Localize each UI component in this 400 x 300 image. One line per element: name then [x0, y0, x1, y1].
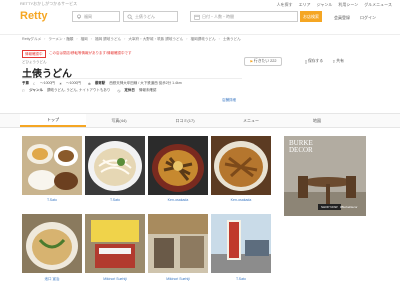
breadcrumb-item[interactable]: Rettyグルメ — [22, 37, 41, 42]
ad-cta-button[interactable]: SHOP NOW — [318, 204, 341, 210]
share-button[interactable]: ⇪ 共有 — [330, 57, 346, 66]
tab-top[interactable]: トップ — [20, 114, 86, 127]
location-icon — [77, 14, 81, 20]
login-link[interactable]: ログイン — [360, 15, 376, 21]
food-photo[interactable] — [211, 136, 271, 195]
tag-icon: ⚐ — [22, 88, 26, 93]
area-input[interactable]: 福岡 — [72, 11, 120, 22]
photo-caption[interactable]: Ken-osakada — [148, 198, 208, 202]
station-value: 西鉄天神大牟田線 / 大下鉄道西 徒歩2分 1.4km — [109, 81, 182, 85]
site-header: RETTYおかしがつかるサービス 人を探す エリア ジャンル 利用シーン グルメ… — [0, 0, 400, 35]
keyword-input[interactable]: 土俵うどん — [123, 11, 178, 22]
breadcrumb-separator: › — [90, 37, 92, 41]
photo-caption[interactable]: Ken-osakada — [211, 198, 271, 202]
advertisement[interactable]: BURKE DECOR SHOP NOW #BurkeDecor — [284, 136, 366, 216]
photo-caption[interactable]: T.Sato — [22, 198, 82, 202]
train-icon: ⊕ — [87, 81, 91, 86]
moon-icon: ☾ — [33, 81, 37, 86]
register-link[interactable]: 会員登録 — [334, 15, 350, 21]
share-icon: ⇪ — [332, 60, 336, 64]
food-photo[interactable] — [85, 136, 145, 195]
want-to-go-button[interactable]: ⚑ 行きたい 222 — [244, 57, 282, 66]
top-nav: 人を探す エリア ジャンル 利用シーン グルメニュース — [277, 2, 392, 8]
top-nav-scene[interactable]: 利用シーン — [338, 2, 358, 8]
top-nav-people[interactable]: 人を探す — [277, 2, 293, 8]
sun-icon: ☀ — [58, 81, 63, 86]
food-photo[interactable] — [22, 214, 82, 273]
save-label: 保存する — [307, 59, 324, 63]
search-button[interactable]: お店検索 — [300, 11, 322, 22]
top-nav-news[interactable]: グルメニュース — [364, 2, 392, 8]
breadcrumb-separator: › — [218, 37, 220, 41]
food-photo[interactable] — [22, 136, 82, 195]
status-notice-text: この店は閉店/移転等情報があります/情報確認中です — [49, 51, 132, 55]
photo-caption[interactable]: Mikinori Suehiji — [85, 277, 145, 281]
area-input-value: 福岡 — [84, 13, 92, 19]
search-icon — [127, 14, 133, 20]
tab-map[interactable]: 地図 — [284, 114, 350, 127]
tab-bar: トップ 写真(44) 口コミ(17) メニュー 地図 — [0, 113, 400, 128]
breadcrumb-item[interactable]: 大宰府・大野城・筑紫 讃岐うどん — [128, 37, 183, 42]
interior-photo[interactable] — [148, 214, 208, 273]
breadcrumb-item[interactable]: 福岡 讃岐うどん — [95, 37, 121, 42]
save-button[interactable]: ▯ 保存する — [302, 57, 326, 66]
top-nav-genre[interactable]: ジャンル — [317, 2, 333, 8]
keyword-input-value: 土俵うどん — [135, 13, 155, 19]
ad-handle: #BurkeDecor — [340, 205, 358, 209]
status-badge: 情報確認中 — [22, 50, 46, 58]
storefront-photo[interactable] — [211, 214, 271, 273]
genre-row: ⚐ ジャンル 讃岐うどん, うどん, ナイトアウトもあり ◷ 定休日 情報未確認 — [22, 88, 156, 93]
details-link[interactable]: 店舗詳細 — [222, 98, 236, 103]
date-input[interactable]: 日付・人数・時間 — [190, 11, 298, 22]
breadcrumb: Rettyグルメ › ラーメン・麺類 › 福岡 › 福岡 讃岐うどん › 大宰府・大野城… — [22, 37, 241, 42]
date-input-value: 日付・人数・時間 — [202, 13, 234, 19]
food-photo[interactable] — [148, 136, 208, 195]
storefront-photo[interactable] — [85, 214, 145, 273]
divider — [22, 78, 242, 79]
breadcrumb-separator: › — [124, 37, 126, 41]
photo-caption[interactable]: T.Sato — [85, 198, 145, 202]
breadcrumb-separator: › — [44, 37, 46, 41]
photo-caption[interactable]: 池口 宣治 — [22, 277, 82, 282]
budget-lunch: ～1000円 — [66, 81, 81, 85]
genre-value: 讃岐うどん, うどん, ナイトアウトもあり — [46, 88, 111, 92]
station-label: 最寄駅 — [94, 81, 106, 85]
budget-label: 予算 — [22, 81, 29, 85]
closed-day-label: 定休日 — [124, 88, 135, 92]
budget-dinner: ～1000円 — [40, 81, 55, 85]
flag-icon: ⚑ — [249, 60, 253, 64]
calendar-icon — [194, 14, 200, 20]
budget-row: 予算 ☾ ～1000円 ☀ ～1000円 ⊕ 最寄駅 西鉄天神大牟田線 / 大下… — [22, 81, 182, 86]
breadcrumb-separator: › — [76, 37, 78, 41]
ad-brand-line2: DECOR — [289, 146, 313, 154]
breadcrumb-item[interactable]: 福岡 — [81, 37, 88, 42]
genre-label: ジャンル — [29, 88, 43, 92]
tab-reviews[interactable]: 口コミ(17) — [152, 114, 218, 127]
clock-icon: ◷ — [117, 88, 121, 93]
top-nav-area[interactable]: エリア — [299, 2, 311, 8]
closed-day-value: 情報未確認 — [138, 88, 157, 92]
share-label: 共有 — [336, 59, 344, 63]
breadcrumb-item[interactable]: 福岡讃岐うどん — [190, 37, 215, 42]
breadcrumb-item[interactable]: ラーメン・麺類 — [48, 37, 73, 42]
breadcrumb-current: 土俵うどん — [222, 37, 241, 41]
tab-menu[interactable]: メニュー — [218, 114, 284, 127]
breadcrumb-separator: › — [186, 37, 188, 41]
bookmark-icon: ▯ — [304, 60, 307, 64]
photo-caption[interactable]: Mikinori Suehiji — [148, 277, 208, 281]
tab-photos[interactable]: 写真(44) — [86, 114, 152, 127]
retty-logo[interactable]: Retty — [20, 10, 48, 22]
want-to-go-label: 行きたい 222 — [253, 59, 277, 63]
site-tagline: RETTYおかしがつかるサービス — [20, 1, 78, 6]
photo-caption[interactable]: T.Sato — [211, 277, 271, 281]
